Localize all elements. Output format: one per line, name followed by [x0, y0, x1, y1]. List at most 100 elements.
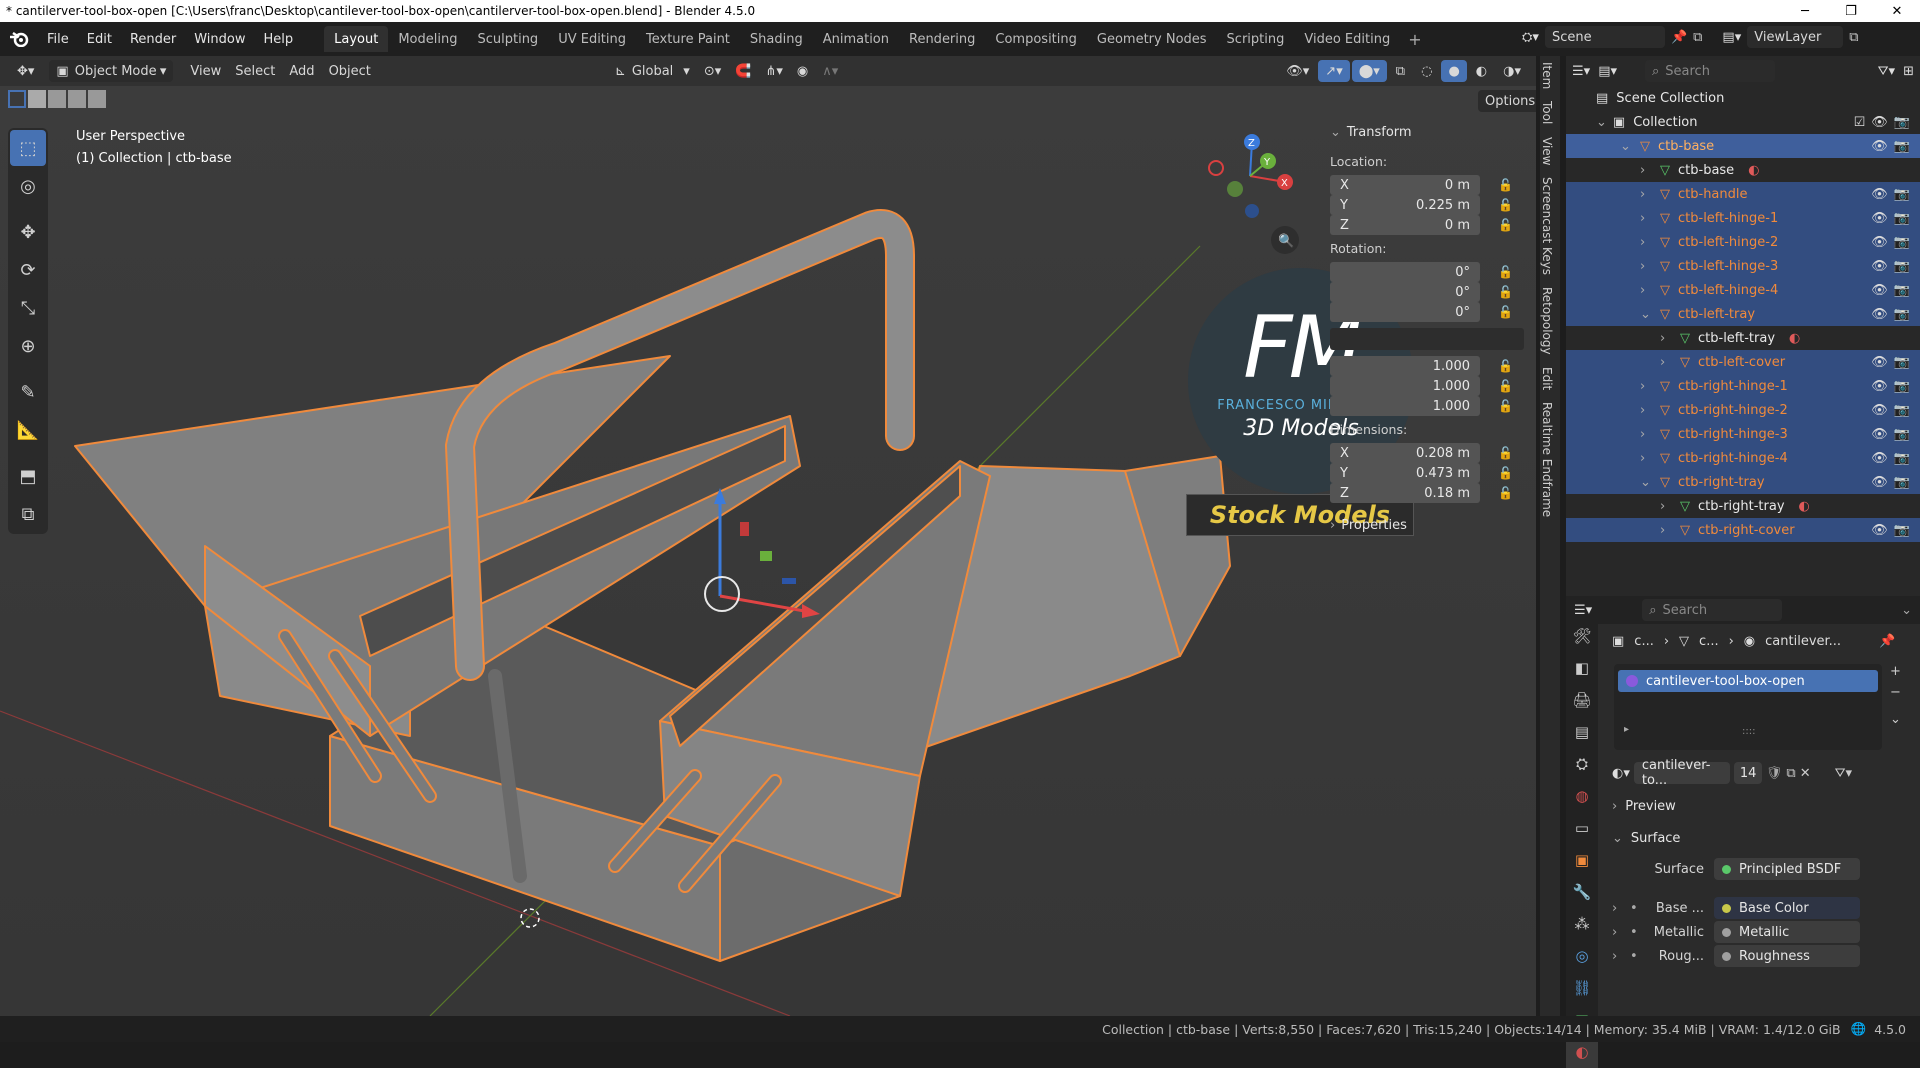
select-difference-icon[interactable]	[68, 90, 86, 108]
collapse-icon[interactable]: ⌄	[1640, 475, 1654, 490]
scene-icon[interactable]: ⛭▾	[1522, 30, 1539, 45]
viewport-menu-select[interactable]: Select	[228, 60, 282, 82]
measure-tool-icon[interactable]: 📐	[10, 412, 46, 448]
eye-icon[interactable]: 👁	[1871, 403, 1888, 418]
viewport-menu-object[interactable]: Object	[322, 60, 378, 82]
camera-icon[interactable]: 📷	[1894, 307, 1910, 322]
new-view-layer-icon[interactable]: ⧉	[1849, 30, 1858, 45]
user-count[interactable]: 14	[1733, 762, 1762, 784]
chevron-down-icon[interactable]: ⌄	[1890, 712, 1901, 727]
material-slot-list[interactable]: cantilever-tool-box-open ▸ ::::	[1614, 664, 1882, 750]
camera-icon[interactable]: 📷	[1894, 187, 1910, 202]
outliner-item-ctb-left-hinge-3[interactable]: › ▽ ctb-left-hinge-3 👁 📷	[1566, 254, 1920, 278]
expand-icon[interactable]: ›	[1640, 379, 1654, 394]
particles-props-icon[interactable]: ⁂	[1566, 908, 1598, 940]
add-object-tool-icon[interactable]: ⧉	[10, 496, 46, 532]
scene-selector[interactable]: Scene	[1544, 26, 1665, 48]
lock-icon[interactable]: 🔓	[1498, 178, 1516, 192]
expand-icon[interactable]: ›	[1640, 283, 1654, 298]
close-icon[interactable]: ✕	[1874, 0, 1920, 22]
rotation-2-field[interactable]: 0°	[1330, 302, 1480, 322]
camera-icon[interactable]: 📷	[1894, 403, 1910, 418]
tool-props-icon[interactable]: 🛠	[1566, 620, 1598, 652]
orientation-selector[interactable]: ⊾ Global ▾	[608, 60, 697, 82]
eye-icon[interactable]: 👁	[1871, 283, 1888, 298]
eye-icon[interactable]: 👁	[1871, 475, 1888, 490]
pin-icon[interactable]: 📌	[1671, 30, 1687, 45]
xray-icon[interactable]: ⧉	[1389, 60, 1412, 82]
lock-icon[interactable]: 🔓	[1498, 466, 1516, 480]
material-shading-icon[interactable]: ◐	[1469, 60, 1494, 82]
scene-canvas[interactable]: Z X Y 🔍	[0, 56, 1536, 1016]
expand-icon[interactable]: ›	[1640, 163, 1654, 178]
lock-icon[interactable]: 🔓	[1498, 198, 1516, 212]
rotate-tool-icon[interactable]: ⟳	[10, 252, 46, 288]
outliner-item-ctb-right-hinge-3[interactable]: › ▽ ctb-right-hinge-3 👁 📷	[1566, 422, 1920, 446]
eye-icon[interactable]: 👁	[1871, 451, 1888, 466]
outliner-item-ctb-left-tray[interactable]: ⌄ ▽ ctb-left-tray 👁 📷	[1566, 302, 1920, 326]
surface-panel-header[interactable]: ⌄ Surface	[1612, 824, 1908, 852]
select-subtract-icon[interactable]	[48, 90, 66, 108]
select-box-tool-icon[interactable]: ⬚	[10, 130, 46, 166]
add-slot-icon[interactable]: +	[1890, 664, 1901, 679]
node-link-icon[interactable]: ⛛▾	[1835, 766, 1852, 781]
outliner-item-ctb-left-hinge-2[interactable]: › ▽ ctb-left-hinge-2 👁 📷	[1566, 230, 1920, 254]
editor-type-icon[interactable]: ✥▾	[10, 60, 41, 82]
menu-file[interactable]: File	[38, 26, 78, 52]
eye-icon[interactable]: 👁	[1871, 259, 1888, 274]
scale-tool-icon[interactable]: ⤡	[10, 290, 46, 326]
tab-layout[interactable]: Layout	[324, 26, 389, 52]
pin-icon[interactable]: 📌	[1879, 634, 1895, 649]
filter-icon[interactable]: ⛛▾	[1878, 64, 1895, 79]
material-slot[interactable]: cantilever-tool-box-open	[1618, 670, 1878, 692]
camera-icon[interactable]: 📷	[1894, 427, 1910, 442]
lock-icon[interactable]: 🔓	[1498, 486, 1516, 500]
snap-target-icon[interactable]: ⋔▾	[758, 60, 789, 82]
output-props-icon[interactable]: 🖨	[1566, 684, 1598, 716]
camera-icon[interactable]: 📷	[1894, 115, 1910, 130]
eye-icon[interactable]: 👁	[1871, 523, 1888, 538]
eye-icon[interactable]: 👁	[1871, 307, 1888, 322]
tab-video-editing[interactable]: Video Editing	[1294, 26, 1400, 52]
collapse-icon[interactable]: ⌄	[1596, 115, 1607, 130]
outliner-item-ctb-right-hinge-1[interactable]: › ▽ ctb-right-hinge-1 👁 📷	[1566, 374, 1920, 398]
snap-icon[interactable]: 🧲	[728, 60, 758, 82]
tab-sculpting[interactable]: Sculpting	[467, 26, 548, 52]
rendered-shading-icon[interactable]: ◑▾	[1496, 60, 1528, 82]
location-z-field[interactable]: Z0 m	[1330, 215, 1480, 235]
lock-icon[interactable]: 🔓	[1498, 305, 1516, 319]
eye-icon[interactable]: 👁	[1871, 211, 1888, 226]
expand-icon[interactable]: ›	[1660, 331, 1674, 346]
sidebar-tab-tool[interactable]: Tool	[1540, 95, 1554, 130]
outliner-item-ctb-base[interactable]: ⌄ ▽ ctb-base 👁 📷	[1566, 134, 1920, 158]
visibility-icon[interactable]: 👁▾	[1279, 60, 1316, 82]
expand-icon[interactable]: ›	[1640, 211, 1654, 226]
location-y-field[interactable]: Y 0.225 m	[1330, 195, 1480, 215]
outliner-item-ctb-left-cover[interactable]: › ▽ ctb-left-cover 👁 📷	[1566, 350, 1920, 374]
tab-shading[interactable]: Shading	[740, 26, 813, 52]
collection-row[interactable]: ⌄ ▣ Collection ☑ 👁 📷	[1566, 110, 1920, 134]
properties-search-input[interactable]: ⌕ Search	[1642, 599, 1783, 621]
unlink-icon[interactable]: ✕	[1800, 766, 1811, 781]
tab-rendering[interactable]: Rendering	[899, 26, 985, 52]
location-x-field[interactable]: X0 m	[1330, 175, 1480, 195]
lock-icon[interactable]: 🔓	[1498, 285, 1516, 299]
outliner-item-ctb-right-hinge-4[interactable]: › ▽ ctb-right-hinge-4 👁 📷	[1566, 446, 1920, 470]
properties-editor-icon[interactable]: ☰▾	[1574, 603, 1592, 618]
new-scene-icon[interactable]: ⧉	[1693, 30, 1702, 45]
3d-viewport[interactable]: Z X Y 🔍 ✥▾ ▣ Object Mode ▾ View Select Add O…	[0, 56, 1536, 1016]
resize-handle[interactable]: ::::	[1742, 726, 1755, 737]
tab-modeling[interactable]: Modeling	[388, 26, 467, 52]
preview-panel-header[interactable]: › Preview	[1612, 792, 1908, 820]
viewport-menu-view[interactable]: View	[183, 60, 228, 82]
rotation-0-field[interactable]: 0°	[1330, 262, 1480, 282]
minimize-icon[interactable]: ─	[1782, 0, 1828, 22]
tab-geometry-nodes[interactable]: Geometry Nodes	[1087, 26, 1217, 52]
tab-scripting[interactable]: Scripting	[1217, 26, 1295, 52]
expand-icon[interactable]: ›	[1612, 949, 1630, 964]
new-collection-icon[interactable]: ⊞	[1903, 64, 1914, 79]
blender-logo-icon[interactable]	[0, 26, 38, 52]
outliner-item-ctb-handle[interactable]: › ▽ ctb-handle 👁 📷	[1566, 182, 1920, 206]
fake-user-icon[interactable]: 🛡	[1766, 766, 1783, 781]
maximize-icon[interactable]: ❐	[1828, 0, 1874, 22]
